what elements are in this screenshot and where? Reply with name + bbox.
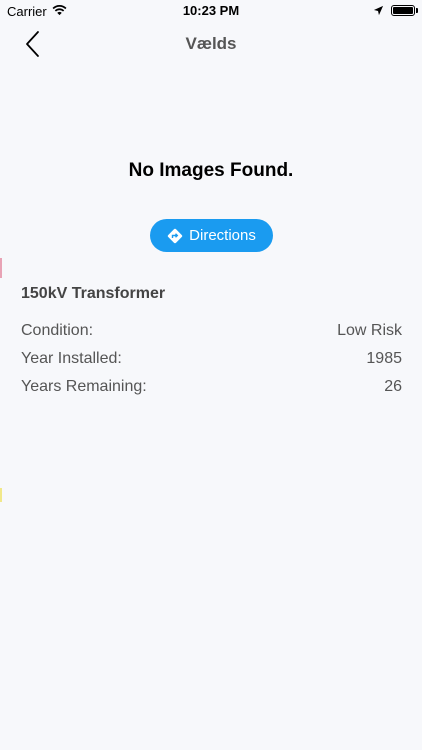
asset-title: 150kV Transformer [21,285,166,302]
clock: 10:23 PM [182,3,240,18]
edge-mark [0,258,2,278]
detail-row-condition: Condition: Low Risk [21,317,402,345]
battery-icon [391,5,415,16]
detail-value: 26 [384,378,402,395]
detail-value: Low Risk [337,322,402,339]
location-arrow-icon [373,5,384,16]
detail-label: Condition: [21,322,94,339]
detail-row-year-installed: Year Installed: 1985 [21,345,402,373]
edge-mark [0,488,2,502]
asset-details-list: Condition: Low Risk Year Installed: 1985… [21,317,402,401]
detail-value: 1985 [366,350,402,367]
detail-label: Years Remaining: [21,378,147,395]
battery-nub [416,8,418,13]
status-bar: Carrier 10:23 PM [0,0,422,22]
page-title: Vælds [185,34,237,53]
navigation-bar: Vælds [0,22,422,66]
detail-row-years-remaining: Years Remaining: 26 [21,373,402,401]
directions-diamond-icon [167,228,183,243]
battery-level [393,7,413,14]
directions-label: Directions [189,227,256,244]
asset-detail-screen: Carrier 10:23 PM Vælds No Images Found. [0,0,422,750]
no-images-message: No Images Found. [128,160,294,181]
detail-label: Year Installed: [21,350,122,367]
directions-button[interactable]: Directions [150,219,273,252]
